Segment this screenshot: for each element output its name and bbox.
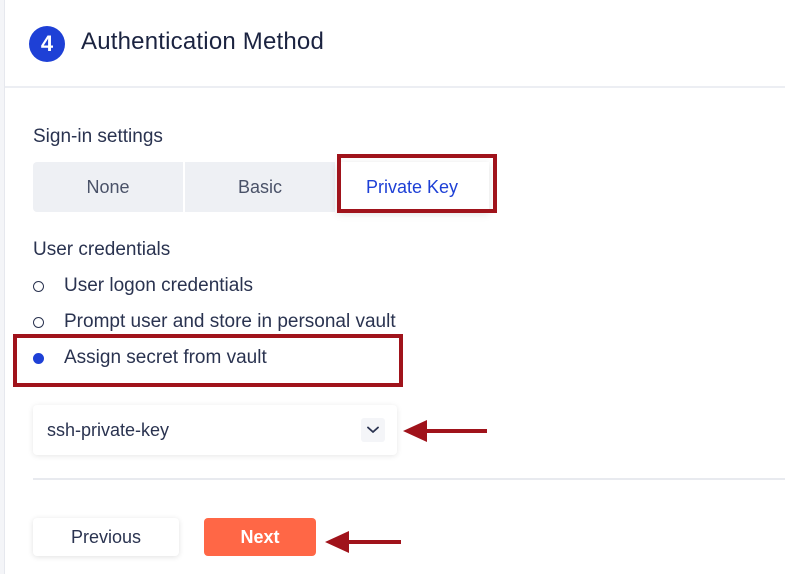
step-number-badge: 4 bbox=[29, 26, 65, 62]
sign-in-settings-label: Sign-in settings bbox=[33, 126, 163, 147]
secret-select-value: ssh-private-key bbox=[47, 420, 170, 440]
card-header: 4 Authentication Method bbox=[5, 0, 785, 88]
authentication-method-card: 4 Authentication Method Sign-in settings… bbox=[4, 0, 785, 574]
next-button[interactable]: Next bbox=[204, 518, 316, 556]
annotation-highlight-private-key bbox=[337, 154, 497, 213]
annotation-arrow-icon bbox=[325, 531, 401, 553]
radio-unchecked-icon[interactable] bbox=[33, 280, 44, 292]
credential-option-label: Prompt user and store in personal vault bbox=[64, 311, 396, 332]
credential-option-prompt[interactable]: Prompt user and store in personal vault bbox=[33, 311, 396, 333]
footer-divider bbox=[33, 478, 785, 480]
previous-button[interactable]: Previous bbox=[33, 518, 179, 556]
sign-in-option-none[interactable]: None bbox=[33, 162, 185, 212]
credential-option-logon[interactable]: User logon credentials bbox=[33, 275, 253, 297]
chevron-down-icon[interactable] bbox=[361, 418, 385, 442]
secret-select-dropdown[interactable]: ssh-private-key bbox=[33, 405, 397, 455]
annotation-arrow-icon bbox=[403, 420, 487, 442]
user-credentials-label: User credentials bbox=[33, 239, 171, 260]
credential-option-label: User logon credentials bbox=[64, 275, 254, 296]
page-title: Authentication Method bbox=[81, 28, 325, 55]
radio-unchecked-icon[interactable] bbox=[33, 316, 44, 328]
sign-in-option-basic[interactable]: Basic bbox=[185, 162, 337, 212]
annotation-highlight-assign-secret bbox=[13, 334, 403, 387]
